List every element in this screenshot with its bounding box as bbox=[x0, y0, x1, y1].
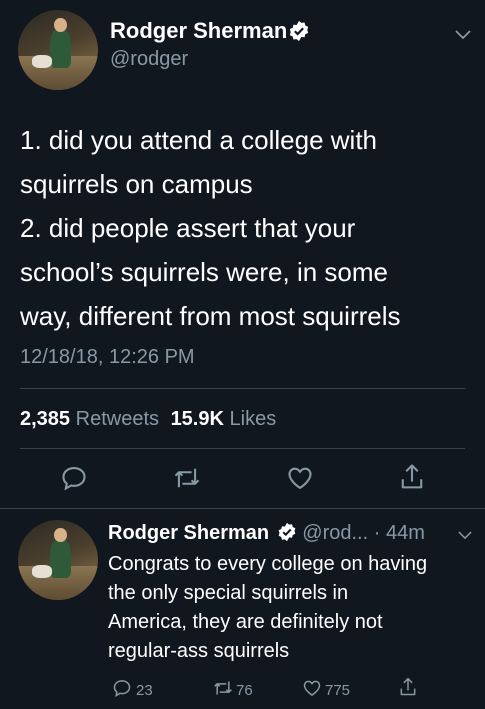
chevron-down-icon[interactable] bbox=[455, 30, 471, 40]
like-icon[interactable] bbox=[286, 464, 314, 492]
likes-count[interactable]: 15.9K bbox=[171, 408, 224, 430]
retweets-count[interactable]: 2,385 bbox=[20, 408, 70, 430]
tweet-line: way, different from most squirrels bbox=[20, 301, 401, 331]
reply-line: America, they are definitely not bbox=[108, 611, 383, 633]
reply-line: regular-ass squirrels bbox=[108, 640, 290, 662]
reply-retweet-action[interactable]: 76 bbox=[212, 678, 253, 702]
reply-text: Congrats to every college on having the … bbox=[108, 550, 427, 666]
reply-chevron-down-icon[interactable] bbox=[458, 531, 472, 540]
reply-line: the only special squirrels in bbox=[108, 582, 349, 604]
reply-like-action[interactable]: 775 bbox=[302, 678, 350, 702]
divider bbox=[20, 388, 465, 389]
share-icon[interactable] bbox=[398, 462, 426, 492]
divider bbox=[0, 508, 485, 509]
tweet-line: school’s squirrels were, in some bbox=[20, 257, 388, 287]
tweet-timestamp[interactable]: 12/18/18, 12:26 PM bbox=[20, 346, 195, 369]
tweet-line: 2. did people assert that your bbox=[20, 213, 356, 243]
reply-author-handle[interactable]: @rod... bbox=[302, 522, 368, 544]
reply-header: Rodger Sherman @rod... · 44m bbox=[108, 522, 425, 548]
like-icon[interactable] bbox=[302, 678, 322, 702]
author-avatar[interactable] bbox=[18, 10, 98, 90]
verified-badge-icon bbox=[288, 20, 310, 42]
reply-icon[interactable] bbox=[112, 678, 132, 702]
reply-icon[interactable] bbox=[60, 464, 88, 492]
retweets-label[interactable]: Retweets bbox=[76, 408, 159, 430]
reply-author-name[interactable]: Rodger Sherman bbox=[108, 522, 269, 544]
reply-author-avatar[interactable] bbox=[18, 520, 98, 600]
reply-share-icon[interactable] bbox=[398, 676, 418, 698]
tweet-line: 1. did you attend a college with bbox=[20, 125, 378, 155]
reply-verified-badge-icon bbox=[277, 522, 297, 548]
author-name[interactable]: Rodger Sherman bbox=[110, 18, 287, 44]
like-count: 775 bbox=[325, 681, 351, 699]
reply-count: 23 bbox=[136, 681, 153, 699]
reply-line: Congrats to every college on having bbox=[108, 553, 428, 575]
tweet-line: squirrels on campus bbox=[20, 169, 253, 199]
divider bbox=[20, 448, 465, 449]
tweet-text: 1. did you attend a college with squirre… bbox=[20, 118, 401, 338]
reply-age[interactable]: · 44m bbox=[374, 522, 425, 544]
likes-label[interactable]: Likes bbox=[230, 408, 277, 430]
retweet-count: 76 bbox=[236, 681, 253, 699]
retweet-icon[interactable] bbox=[212, 678, 234, 702]
author-handle[interactable]: @rodger bbox=[110, 48, 188, 71]
engagement-stats: 2,385 Retweets 15.9K Likes bbox=[20, 408, 276, 431]
reply-reply-action[interactable]: 23 bbox=[112, 678, 153, 702]
retweet-icon[interactable] bbox=[172, 464, 202, 492]
